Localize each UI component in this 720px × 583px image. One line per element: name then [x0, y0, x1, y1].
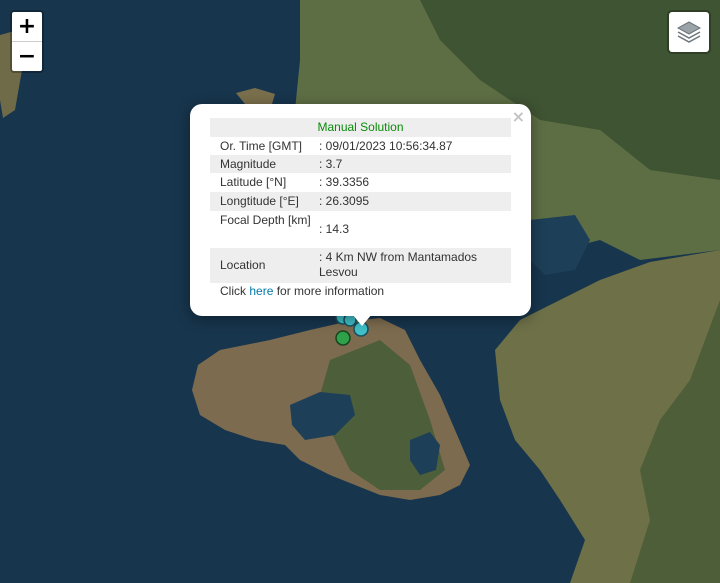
- zoom-control: + −: [10, 10, 44, 73]
- earthquake-marker: [335, 330, 351, 346]
- row-key: Longtitude [°E]: [220, 194, 299, 208]
- popup-row-depth: Focal Depth [km] : 14.3: [210, 211, 511, 248]
- more-info-link[interactable]: here: [249, 284, 273, 298]
- row-key: Or. Time [GMT]: [220, 139, 303, 153]
- row-value: : 39.3356: [319, 175, 370, 189]
- map-view[interactable]: + − × Manual Solution Or. Time [GMT] : 0…: [0, 0, 720, 583]
- popup-tip: [352, 314, 372, 326]
- row-value: : 3.7: [319, 157, 343, 171]
- layers-button[interactable]: [667, 10, 711, 54]
- popup-row-longitude: Longtitude [°E] : 26.3095: [210, 192, 511, 211]
- popup-row-magnitude: Magnitude : 3.7: [210, 155, 511, 173]
- row-value: : 14.3: [319, 222, 350, 236]
- earthquake-popup: × Manual Solution Or. Time [GMT] : 09/01…: [190, 104, 531, 316]
- row-value: : 4 Km NW from Mantamados Lesvou: [319, 250, 478, 279]
- popup-row-latitude: Latitude [°N] : 39.3356: [210, 173, 511, 192]
- row-key: Focal Depth [km]: [220, 213, 311, 227]
- footer-text-before: Click: [220, 284, 250, 298]
- popup-row-location: Location : 4 Km NW from Mantamados Lesvo…: [210, 248, 511, 283]
- row-key: Location: [220, 258, 266, 272]
- row-value: : 09/01/2023 10:56:34.87: [319, 139, 453, 153]
- row-key: Magnitude: [220, 157, 277, 171]
- popup-title: Manual Solution: [210, 118, 511, 137]
- zoom-in-button[interactable]: +: [12, 12, 42, 41]
- popup-row-time: Or. Time [GMT] : 09/01/2023 10:56:34.87: [210, 137, 511, 155]
- close-icon[interactable]: ×: [512, 107, 525, 126]
- footer-text-after: for more information: [273, 284, 385, 298]
- zoom-out-button[interactable]: −: [12, 41, 42, 71]
- layers-icon: [676, 21, 702, 43]
- popup-footer: Click here for more information: [220, 284, 384, 298]
- row-value: : 26.3095: [319, 194, 370, 208]
- row-key: Latitude [°N]: [220, 175, 287, 189]
